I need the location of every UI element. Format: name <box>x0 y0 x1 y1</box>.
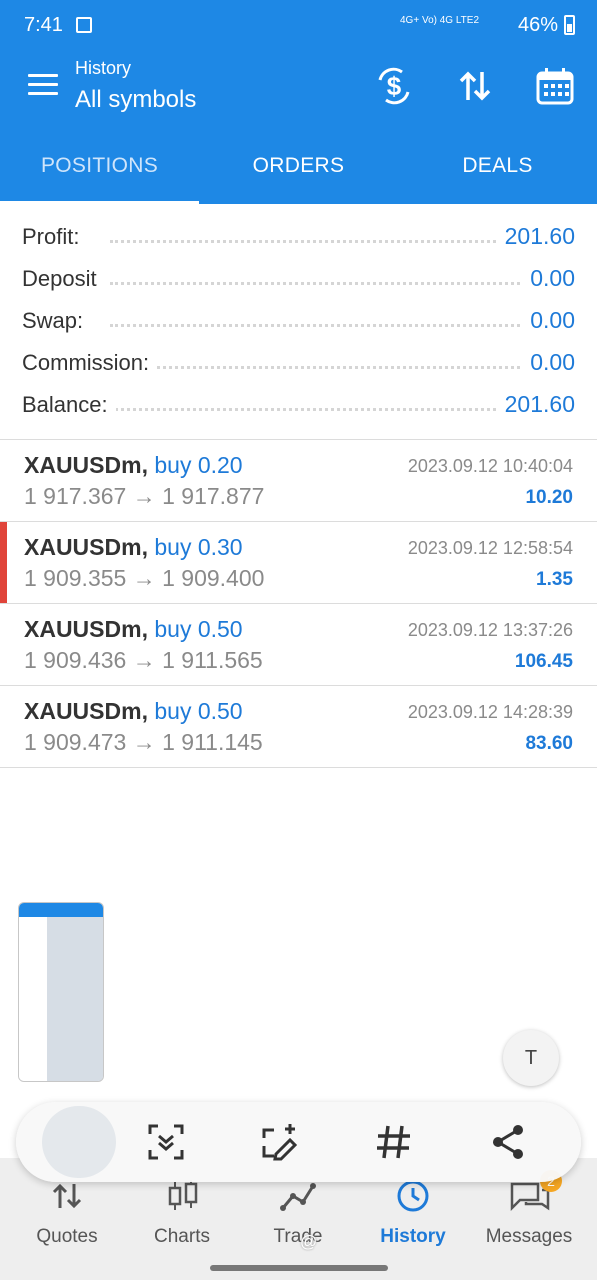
calendar-icon[interactable] <box>535 66 575 106</box>
dotted-leader <box>110 324 567 327</box>
gallery-notification-icon <box>76 17 92 33</box>
symbol-filter[interactable]: All symbols <box>75 86 196 114</box>
deal-datetime: 2023.09.12 13:37:26 <box>407 620 573 640</box>
tab-bar: POSITIONS ORDERS DEALS <box>0 126 597 204</box>
tab-deals[interactable]: DEALS <box>398 126 597 204</box>
screenshot-toolbar <box>16 1102 581 1182</box>
nav-quotes[interactable]: Quotes <box>12 1178 122 1248</box>
dotted-leader <box>110 366 567 369</box>
charts-icon <box>168 1180 198 1210</box>
deal-datetime: 2023.09.12 14:28:39 <box>407 702 573 722</box>
deal-open-price: 1 909.436 <box>24 647 127 673</box>
battery-icon <box>564 15 575 35</box>
dotted-leader <box>110 282 567 285</box>
home-indicator[interactable] <box>210 1265 388 1271</box>
screenshot-thumbnail[interactable] <box>18 902 104 1082</box>
deal-side: buy 0.50 <box>154 698 243 724</box>
page-title: History <box>75 58 132 78</box>
deal-datetime: 2023.09.12 10:40:04 <box>407 456 573 476</box>
nav-label: History <box>380 1226 446 1247</box>
summary-value: 201.60 <box>496 391 575 418</box>
deal-close-price: 1 911.565 <box>162 647 263 673</box>
summary-row-swap: Swap: 0.00 <box>0 300 597 342</box>
deal-profit: 1.35 <box>536 569 573 590</box>
share-icon[interactable] <box>488 1122 528 1162</box>
svg-text:$: $ <box>387 71 402 101</box>
sort-icon[interactable] <box>455 66 495 106</box>
deal-side: buy 0.30 <box>154 534 243 560</box>
active-tab-indicator <box>0 201 199 204</box>
summary-row-deposit: Deposit 0.00 <box>0 258 597 300</box>
hashtag-icon[interactable] <box>374 1122 414 1162</box>
text-icon: T <box>524 1047 538 1069</box>
trade-icon <box>280 1183 316 1211</box>
summary-value: 0.00 <box>522 265 575 292</box>
deal-row[interactable]: XAUUSDm, buy 0.20 1 917.367 → 1 917.877 … <box>0 440 597 522</box>
battery-percent: 46% <box>518 14 559 36</box>
summary-row-profit: Profit: 201.60 <box>0 216 597 258</box>
nav-label: Messages <box>485 1226 573 1247</box>
deal-row[interactable]: XAUUSDm, buy 0.30 1 909.355 → 1 909.400 … <box>0 522 597 604</box>
deal-symbol: XAUUSDm, <box>24 616 148 642</box>
draw-edit-icon[interactable] <box>260 1122 300 1162</box>
nav-history[interactable]: History <box>358 1178 468 1248</box>
screenshot-preview[interactable] <box>42 1106 116 1178</box>
summary-label: Commission: <box>22 350 158 376</box>
arrow-icon: → <box>132 565 156 591</box>
nav-label: Quotes <box>36 1226 98 1247</box>
selected-row-marker <box>0 522 7 604</box>
network-indicator: 4G+ Vo) 4G LTE2 <box>400 15 480 26</box>
arrow-icon: → <box>132 729 156 755</box>
deal-row[interactable]: XAUUSDm, buy 0.50 1 909.436 → 1 911.565 … <box>0 604 597 686</box>
status-bar: 7:41 4G+ Vo) 4G LTE2 46% <box>0 0 597 52</box>
deal-open-price: 1 917.367 <box>24 483 127 509</box>
quotes-icon <box>52 1183 82 1209</box>
app-bar: History All symbols $ <box>0 52 597 126</box>
nav-label: Trade <box>273 1226 323 1247</box>
nav-messages[interactable]: 2 Messages <box>474 1170 584 1248</box>
summary-panel: Profit: 201.60 Deposit 0.00 Swap: 0.00 C… <box>0 216 597 426</box>
nav-trade[interactable]: Trade <box>243 1178 353 1248</box>
summary-value: 0.00 <box>522 307 575 334</box>
nav-label: Charts <box>154 1226 210 1247</box>
deal-side: buy 0.20 <box>154 452 243 478</box>
history-icon <box>397 1180 429 1212</box>
deal-side: buy 0.50 <box>154 616 243 642</box>
deal-datetime: 2023.09.12 12:58:54 <box>407 538 573 558</box>
deal-close-price: 1 909.400 <box>162 565 265 591</box>
summary-row-commission: Commission: 0.00 <box>0 342 597 384</box>
summary-label: Swap: <box>22 308 92 334</box>
summary-value: 0.00 <box>522 349 575 376</box>
messages-icon <box>510 1182 550 1212</box>
scroll-capture-icon[interactable] <box>146 1122 186 1162</box>
menu-icon[interactable] <box>28 74 58 96</box>
arrow-icon: → <box>132 483 156 509</box>
status-time: 7:41 <box>24 14 63 36</box>
watermark: @ <box>300 1232 318 1251</box>
deal-profit: 83.60 <box>525 733 573 754</box>
summary-value: 201.60 <box>496 223 575 250</box>
currency-exchange-icon[interactable]: $ <box>374 66 414 106</box>
nav-charts[interactable]: Charts <box>127 1178 237 1248</box>
deal-symbol: XAUUSDm, <box>24 698 148 724</box>
tab-positions[interactable]: POSITIONS <box>0 126 199 204</box>
deal-profit: 10.20 <box>525 487 573 508</box>
deal-symbol: XAUUSDm, <box>24 534 148 560</box>
summary-label: Balance: <box>22 392 116 418</box>
deal-profit: 106.45 <box>514 651 573 672</box>
summary-row-balance: Balance: 201.60 <box>0 384 597 426</box>
summary-label: Profit: <box>22 224 88 250</box>
deal-close-price: 1 911.145 <box>162 729 263 755</box>
deal-open-price: 1 909.473 <box>24 729 127 755</box>
arrow-icon: → <box>132 647 156 673</box>
summary-label: Deposit <box>22 266 105 292</box>
deal-symbol: XAUUSDm, <box>24 452 148 478</box>
deal-row[interactable]: XAUUSDm, buy 0.50 1 909.473 → 1 911.145 … <box>0 686 597 768</box>
tab-orders[interactable]: ORDERS <box>199 126 398 204</box>
divider <box>0 767 597 768</box>
extract-text-button[interactable]: T <box>503 1030 559 1086</box>
deal-open-price: 1 909.355 <box>24 565 127 591</box>
deal-close-price: 1 917.877 <box>162 483 265 509</box>
